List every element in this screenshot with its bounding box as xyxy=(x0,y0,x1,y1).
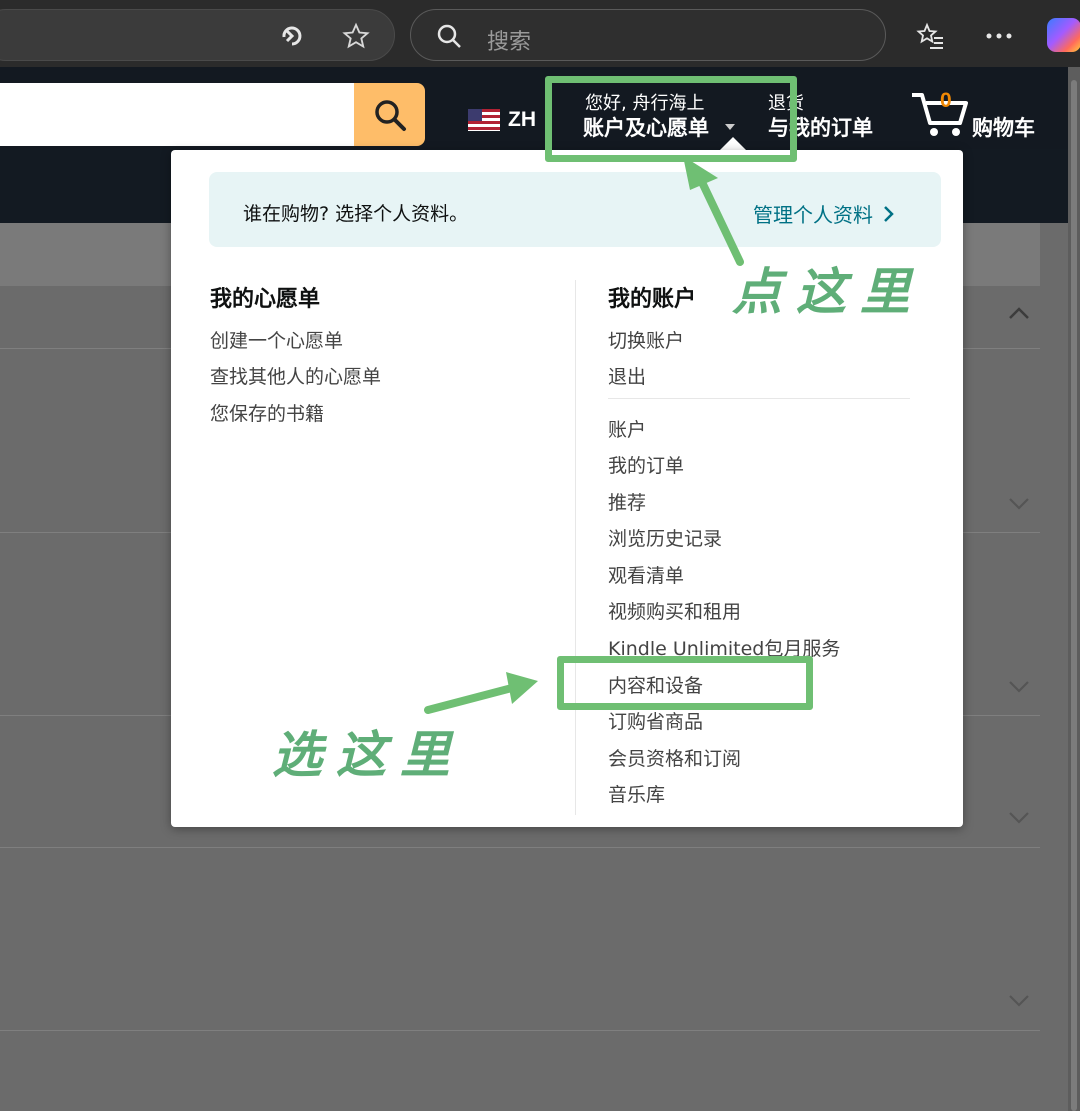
wishlist-heading: 我的心愿单 xyxy=(210,287,321,312)
cart-count: 0 xyxy=(940,89,952,112)
language-code: ZH xyxy=(508,108,536,131)
divider xyxy=(0,1030,1040,1031)
chevron-up-icon[interactable] xyxy=(1008,306,1030,320)
account-item[interactable]: 观看清单 xyxy=(608,561,684,588)
language-selector[interactable]: ZH xyxy=(468,108,536,132)
browser-search-placeholder: 搜索 xyxy=(487,30,532,55)
account-item-signout[interactable]: 退出 xyxy=(608,362,646,389)
copilot-icon[interactable] xyxy=(1047,18,1080,52)
us-flag-icon xyxy=(468,109,500,131)
manage-profiles-link[interactable]: 管理个人资料 xyxy=(753,199,895,228)
profile-banner[interactable]: 谁在购物? 选择个人资料。 管理个人资料 xyxy=(209,172,941,247)
address-bar[interactable] xyxy=(0,9,395,61)
site-header: ZH 您好, 舟行海上 账户及心愿单 退货 与我的订单 0 购物车 xyxy=(0,67,1080,149)
chevron-down-icon[interactable] xyxy=(1008,680,1030,694)
account-item[interactable]: 订购省商品 xyxy=(608,707,703,734)
chevron-down-icon[interactable] xyxy=(1008,497,1030,511)
search-icon xyxy=(374,99,406,131)
account-item[interactable]: 推荐 xyxy=(608,488,646,515)
chevron-down-icon[interactable] xyxy=(1008,811,1030,825)
scrollbar-thumb[interactable] xyxy=(1071,80,1077,1111)
account-item[interactable]: 会员资格和订阅 xyxy=(608,744,741,771)
annotation-select-here: 选这里 xyxy=(272,725,464,784)
browser-search-box[interactable]: 搜索 xyxy=(410,9,886,61)
wishlist-item[interactable]: 创建一个心愿单 xyxy=(210,326,343,353)
chevron-right-icon xyxy=(884,205,894,222)
more-icon[interactable] xyxy=(985,22,1013,50)
account-item[interactable]: 音乐库 xyxy=(608,780,665,807)
profile-question: 谁在购物? 选择个人资料。 xyxy=(243,203,469,225)
wishlist-item[interactable]: 您保存的书籍 xyxy=(210,399,324,426)
highlight-content-devices-box xyxy=(557,656,813,710)
column-divider xyxy=(575,280,576,815)
account-divider xyxy=(608,398,910,399)
divider xyxy=(0,847,1040,848)
favorites-list-icon[interactable] xyxy=(914,20,946,52)
wishlist-item[interactable]: 查找其他人的心愿单 xyxy=(210,362,381,389)
search-icon xyxy=(435,22,463,50)
refresh-icon[interactable] xyxy=(276,20,308,52)
manage-profiles-label: 管理个人资料 xyxy=(753,203,873,227)
account-item[interactable]: 我的订单 xyxy=(608,451,684,478)
chevron-down-icon[interactable] xyxy=(1008,994,1030,1008)
account-item[interactable]: 浏览历史记录 xyxy=(608,524,722,551)
account-item-switch[interactable]: 切换账户 xyxy=(608,326,684,353)
site-search-input[interactable] xyxy=(0,83,356,146)
highlight-account-box xyxy=(545,76,797,162)
account-item[interactable]: 账户 xyxy=(608,415,646,442)
browser-toolbar: 搜索 xyxy=(0,0,1080,67)
site-search-button[interactable] xyxy=(354,83,425,146)
favorite-star-icon[interactable] xyxy=(340,20,372,52)
cart-label[interactable]: 购物车 xyxy=(972,112,1035,142)
account-item[interactable]: 视频购买和租用 xyxy=(608,597,741,624)
account-heading: 我的账户 xyxy=(608,287,697,312)
annotation-click-here: 点这里 xyxy=(732,262,924,321)
